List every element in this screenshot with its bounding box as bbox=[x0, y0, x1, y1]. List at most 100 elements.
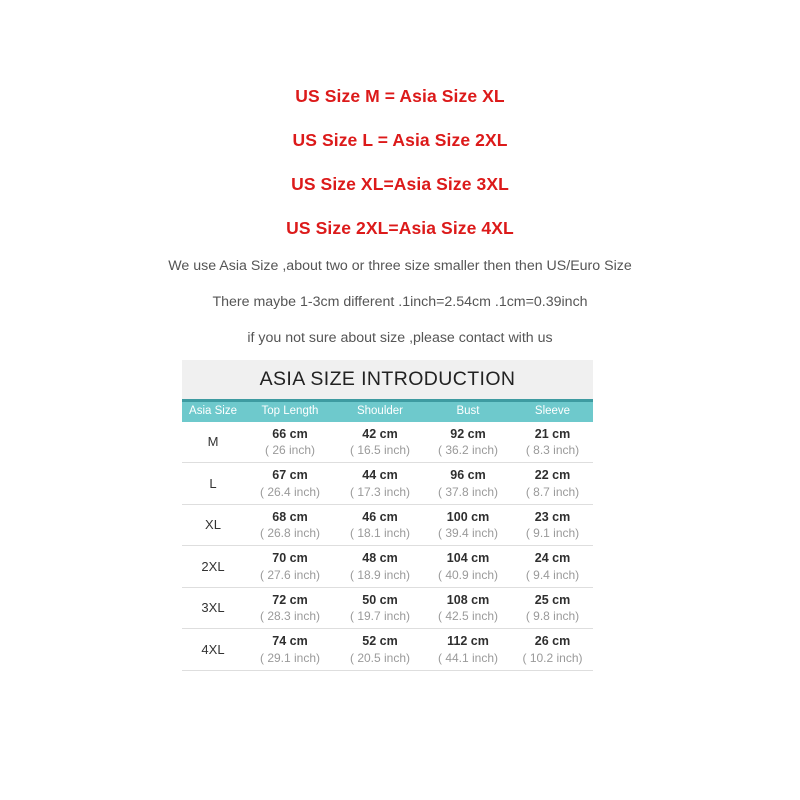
value-cm: 104 cm bbox=[446, 551, 490, 565]
info-note: We use Asia Size ,about two or three siz… bbox=[168, 258, 632, 274]
value-inch: ( 8.3 inch) bbox=[525, 443, 580, 457]
value-cm: 72 cm bbox=[272, 592, 308, 607]
value-cm: 22 cm bbox=[534, 468, 571, 482]
info-note: if you not sure about size ,please conta… bbox=[247, 330, 553, 347]
value-inch: ( 18.9 inch) bbox=[349, 567, 411, 582]
cell-shoulder: 48 cm ( 18.9 inch) bbox=[336, 552, 424, 581]
cell-top-length: 72 cm ( 28.3 inch) bbox=[244, 592, 336, 623]
table-row: XL 68 cm ( 26.8 inch) 46 cm ( 18.1 inch)… bbox=[182, 505, 593, 546]
table-row: 3XL 72 cm ( 28.3 inch) 50 cm ( 19.7 inch… bbox=[182, 588, 593, 629]
value-cm: 52 cm bbox=[362, 634, 398, 648]
table-body: M 66 cm ( 26 inch) 42 cm ( 16.5 inch) 92… bbox=[182, 421, 593, 671]
cell-sleeve: 25 cm ( 9.8 inch) bbox=[512, 592, 593, 623]
value-inch: ( 27.6 inch) bbox=[259, 567, 321, 582]
cell-shoulder: 46 cm ( 18.1 inch) bbox=[336, 509, 424, 540]
value-inch: ( 9.8 inch) bbox=[525, 609, 580, 623]
value-cm: 66 cm bbox=[272, 426, 308, 441]
table-row: 2XL 70 cm ( 27.6 inch) 48 cm ( 18.9 inch… bbox=[182, 546, 593, 588]
value-cm: 24 cm bbox=[534, 551, 571, 565]
value-inch: ( 26.4 inch) bbox=[259, 484, 321, 499]
column-header-shoulder: Shoulder bbox=[356, 404, 404, 417]
value-inch: ( 37.8 inch) bbox=[437, 484, 499, 499]
value-inch: ( 19.7 inch) bbox=[349, 609, 411, 623]
value-inch: ( 17.3 inch) bbox=[349, 484, 411, 499]
size-label: L bbox=[209, 475, 217, 491]
table-row: M 66 cm ( 26 inch) 42 cm ( 16.5 inch) 92… bbox=[182, 422, 593, 463]
value-cm: 44 cm bbox=[362, 468, 398, 482]
value-cm: 100 cm bbox=[446, 509, 490, 524]
value-cm: 26 cm bbox=[534, 634, 571, 648]
size-label: 4XL bbox=[201, 641, 225, 657]
value-cm: 48 cm bbox=[362, 551, 398, 565]
cell-top-length: 68 cm ( 26.8 inch) bbox=[244, 509, 336, 540]
cell-sleeve: 24 cm ( 9.4 inch) bbox=[512, 552, 593, 581]
value-inch: ( 18.1 inch) bbox=[349, 526, 411, 540]
cell-sleeve: 23 cm ( 9.1 inch) bbox=[512, 509, 593, 540]
cell-bust: 104 cm ( 40.9 inch) bbox=[424, 552, 512, 581]
info-note: There maybe 1-3cm different .1inch=2.54c… bbox=[212, 294, 588, 311]
value-inch: ( 36.2 inch) bbox=[437, 443, 499, 457]
conversion-note: US Size L = Asia Size 2XL bbox=[292, 130, 508, 150]
value-cm: 46 cm bbox=[362, 509, 398, 524]
table-row: 4XL 74 cm ( 29.1 inch) 52 cm ( 20.5 inch… bbox=[182, 629, 593, 671]
cell-shoulder: 42 cm ( 16.5 inch) bbox=[336, 426, 424, 457]
column-header-asia-size: Asia Size bbox=[189, 404, 237, 417]
value-cm: 42 cm bbox=[362, 426, 398, 441]
value-inch: ( 20.5 inch) bbox=[349, 650, 411, 665]
value-inch: ( 39.4 inch) bbox=[437, 526, 499, 540]
value-cm: 23 cm bbox=[534, 509, 571, 524]
cell-shoulder: 50 cm ( 19.7 inch) bbox=[336, 592, 424, 623]
cell-bust: 96 cm ( 37.8 inch) bbox=[424, 469, 512, 498]
value-cm: 112 cm bbox=[447, 634, 489, 648]
cell-bust: 100 cm ( 39.4 inch) bbox=[424, 509, 512, 540]
value-inch: ( 8.7 inch) bbox=[525, 484, 580, 499]
conversion-note: US Size XL=Asia Size 3XL bbox=[291, 174, 509, 194]
value-inch: ( 26.8 inch) bbox=[259, 526, 321, 540]
value-inch: ( 9.1 inch) bbox=[525, 526, 580, 540]
cell-bust: 112 cm ( 44.1 inch) bbox=[424, 635, 512, 664]
size-label: 3XL bbox=[201, 600, 225, 616]
cell-bust: 92 cm ( 36.2 inch) bbox=[424, 426, 512, 457]
cell-size: 2XL bbox=[182, 560, 244, 573]
value-inch: ( 9.4 inch) bbox=[525, 567, 580, 582]
cell-sleeve: 21 cm ( 8.3 inch) bbox=[512, 426, 593, 457]
cell-size: XL bbox=[182, 518, 244, 531]
value-cm: 70 cm bbox=[272, 551, 308, 565]
value-inch: ( 29.1 inch) bbox=[259, 650, 321, 665]
cell-top-length: 67 cm ( 26.4 inch) bbox=[244, 469, 336, 498]
value-inch: ( 26 inch) bbox=[264, 443, 316, 457]
column-header-top-length: Top Length bbox=[261, 404, 319, 417]
cell-sleeve: 26 cm ( 10.2 inch) bbox=[512, 635, 593, 664]
conversion-note: US Size M = Asia Size XL bbox=[295, 86, 505, 106]
table-title: ASIA SIZE INTRODUCTION bbox=[182, 360, 593, 399]
value-cm: 68 cm bbox=[272, 509, 308, 524]
value-cm: 25 cm bbox=[534, 592, 571, 607]
cell-top-length: 66 cm ( 26 inch) bbox=[244, 426, 336, 457]
table-row: L 67 cm ( 26.4 inch) 44 cm ( 17.3 inch) … bbox=[182, 463, 593, 505]
value-inch: ( 16.5 inch) bbox=[349, 443, 411, 457]
cell-shoulder: 44 cm ( 17.3 inch) bbox=[336, 469, 424, 498]
table-header-row: Asia Size Top Length Shoulder Bust Sleev… bbox=[182, 398, 593, 422]
cell-top-length: 74 cm ( 29.1 inch) bbox=[244, 635, 336, 664]
column-header-sleeve: Sleeve bbox=[534, 404, 571, 417]
value-inch: ( 10.2 inch) bbox=[522, 650, 583, 665]
value-inch: ( 44.1 inch) bbox=[437, 650, 499, 665]
value-cm: 74 cm bbox=[272, 634, 308, 648]
cell-size: 4XL bbox=[182, 643, 244, 656]
size-label: 2XL bbox=[201, 558, 225, 574]
value-cm: 92 cm bbox=[450, 426, 486, 441]
conversion-note: US Size 2XL=Asia Size 4XL bbox=[286, 218, 514, 238]
value-cm: 21 cm bbox=[534, 426, 571, 441]
column-header-bust: Bust bbox=[456, 404, 480, 417]
value-cm: 67 cm bbox=[272, 468, 308, 482]
value-inch: ( 28.3 inch) bbox=[259, 609, 321, 623]
cell-shoulder: 52 cm ( 20.5 inch) bbox=[336, 635, 424, 664]
asia-size-table: ASIA SIZE INTRODUCTION Asia Size Top Len… bbox=[182, 360, 593, 671]
size-label: M bbox=[207, 434, 219, 450]
cell-sleeve: 22 cm ( 8.7 inch) bbox=[512, 469, 593, 498]
value-inch: ( 42.5 inch) bbox=[437, 609, 499, 623]
size-label: XL bbox=[205, 517, 221, 533]
value-cm: 108 cm bbox=[446, 592, 490, 607]
value-cm: 50 cm bbox=[362, 592, 398, 607]
cell-top-length: 70 cm ( 27.6 inch) bbox=[244, 552, 336, 581]
